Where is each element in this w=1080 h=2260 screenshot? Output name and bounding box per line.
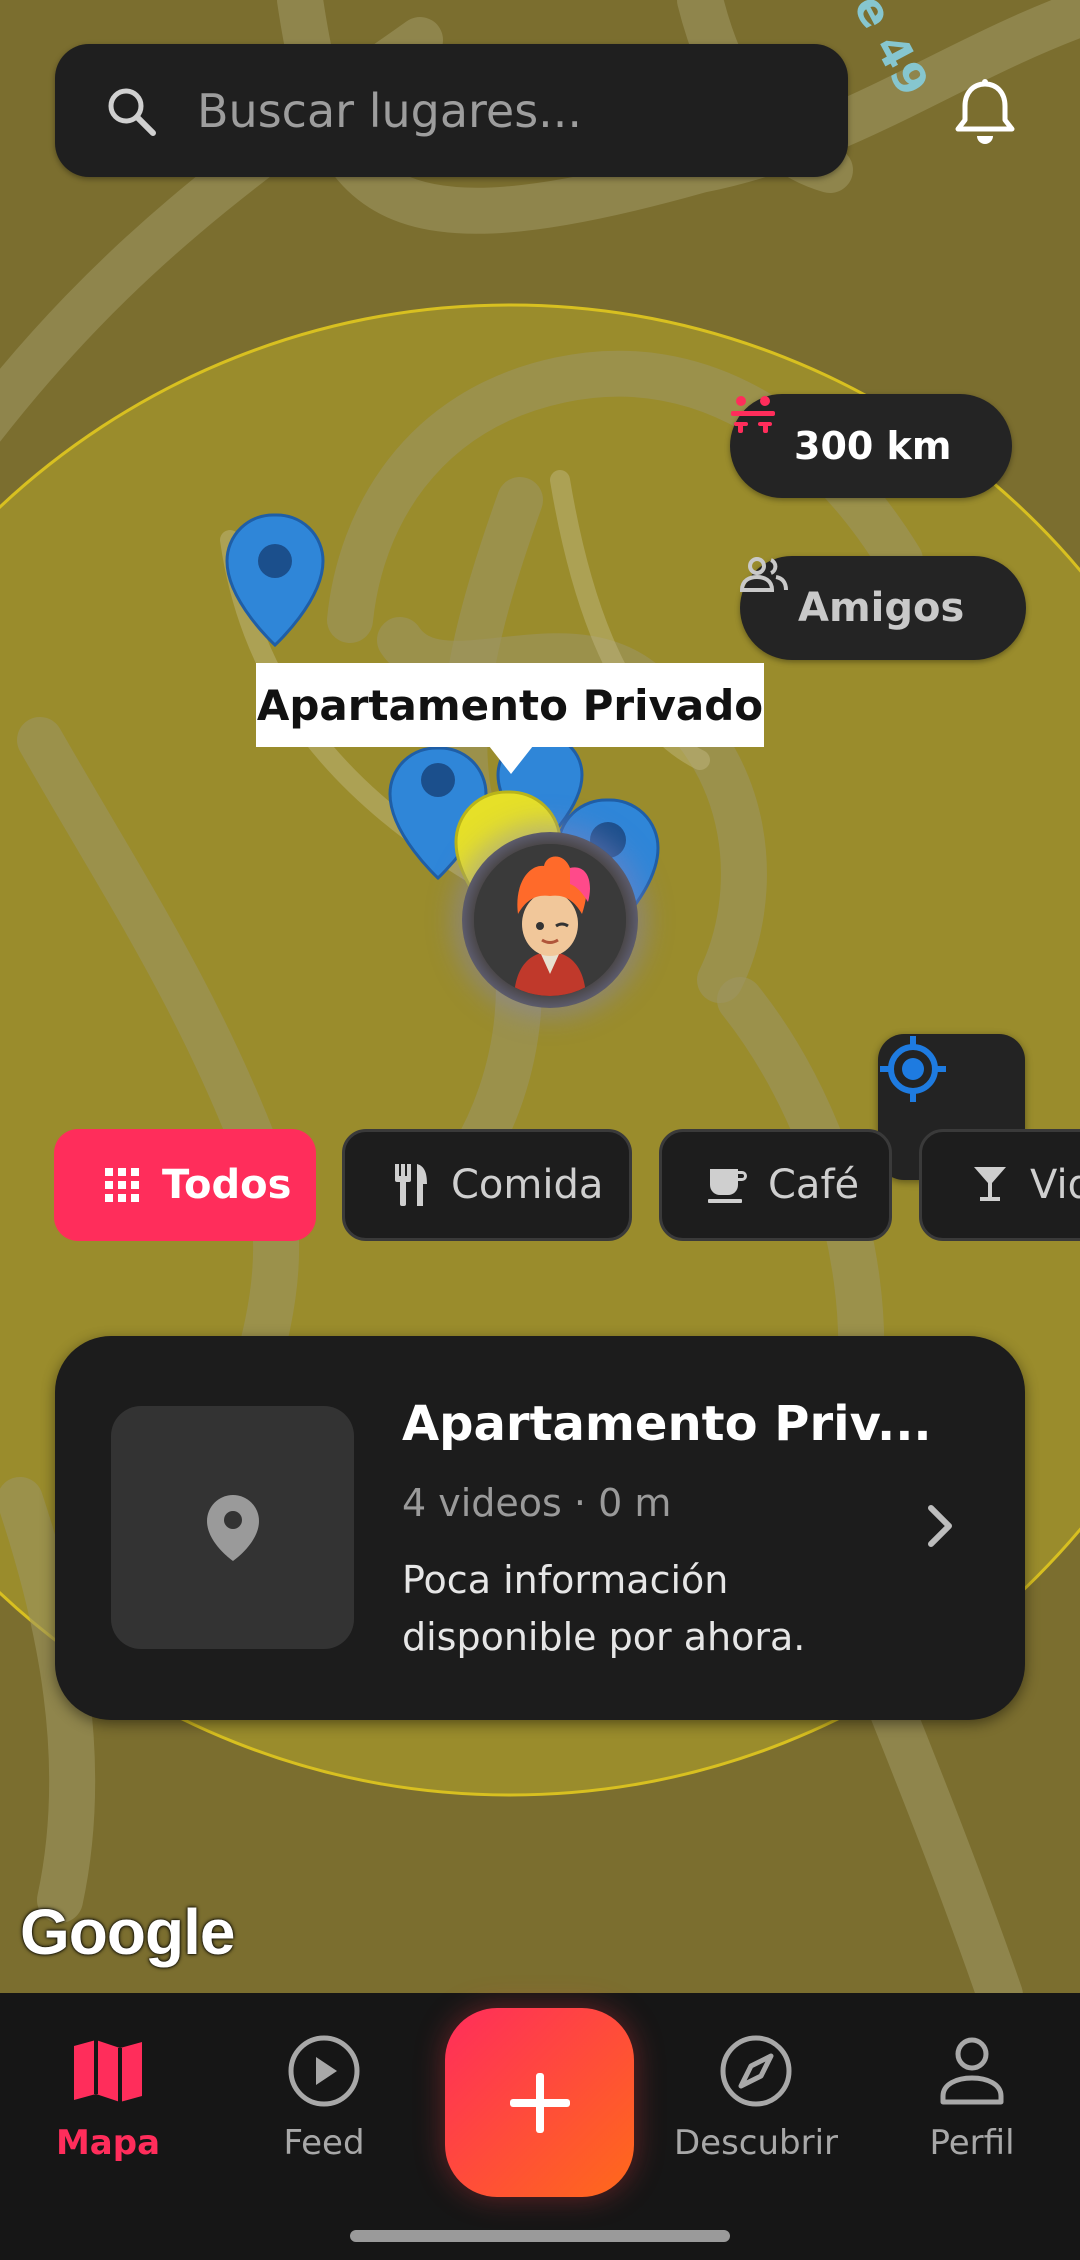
friends-label: Amigos: [798, 585, 965, 631]
friends-filter-pill[interactable]: Amigos: [740, 556, 1026, 660]
filter-chip-label: Todos: [162, 1162, 292, 1208]
map-icon: [68, 2031, 148, 2111]
filter-chip-cafe[interactable]: Café: [659, 1129, 892, 1241]
nav-item-descubrir[interactable]: Descubrir: [648, 1993, 864, 2223]
nav-label: Feed: [283, 2123, 365, 2163]
search-bar[interactable]: Buscar lugares...: [55, 44, 848, 177]
coffee-icon: [708, 1165, 748, 1205]
nav-item-feed[interactable]: Feed: [216, 1993, 432, 2223]
search-icon: [103, 83, 159, 139]
filter-chip-comida[interactable]: Comida: [342, 1129, 632, 1241]
cocktail-icon: [970, 1165, 1010, 1205]
utensils-icon: [391, 1164, 431, 1206]
create-post-button[interactable]: [445, 2008, 634, 2197]
search-input[interactable]: Buscar lugares...: [197, 84, 582, 138]
nav-item-mapa[interactable]: Mapa: [0, 1993, 216, 2223]
location-pin-icon: [206, 1494, 259, 1561]
place-description: Poca información disponible por ahora.: [402, 1558, 806, 1659]
home-indicator: [350, 2230, 730, 2242]
selected-place-callout[interactable]: Apartamento Privado: [256, 663, 764, 747]
plus-icon: [509, 2072, 570, 2133]
radius-filter-pill[interactable]: 300 km: [730, 394, 1012, 498]
filter-chip-vida-nocturna[interactable]: Vid: [919, 1129, 1080, 1241]
nav-label: Descubrir: [673, 2123, 839, 2163]
nav-label: Perfil: [929, 2123, 1015, 2163]
crosshair-icon: [880, 1036, 946, 1102]
grid-icon: [102, 1165, 142, 1205]
bell-icon: [955, 79, 1015, 144]
person-icon: [932, 2031, 1012, 2111]
notifications-button[interactable]: [955, 78, 1015, 148]
nav-item-perfil[interactable]: Perfil: [864, 1993, 1080, 2223]
filter-chip-label: Comida: [451, 1162, 604, 1208]
compass-icon: [716, 2031, 796, 2111]
play-circle-icon: [284, 2031, 364, 2111]
place-title: Apartamento Priv...: [402, 1396, 932, 1452]
place-meta: 4 videos · 0 m: [402, 1481, 672, 1525]
place-thumbnail: [111, 1406, 354, 1649]
radius-label: 300 km: [794, 424, 952, 468]
filter-chip-label: Vid: [1030, 1162, 1080, 1208]
filter-chip-label: Café: [768, 1162, 860, 1208]
filter-chip-todos[interactable]: Todos: [54, 1129, 316, 1241]
chevron-right-icon[interactable]: [915, 1496, 965, 1556]
google-attribution: Google: [20, 1896, 235, 1968]
nav-label: Mapa: [55, 2123, 161, 2163]
place-card[interactable]: Apartamento Priv... 4 videos · 0 m Poca …: [55, 1336, 1025, 1720]
callout-pointer: [489, 746, 533, 774]
user-avatar[interactable]: [474, 844, 626, 996]
